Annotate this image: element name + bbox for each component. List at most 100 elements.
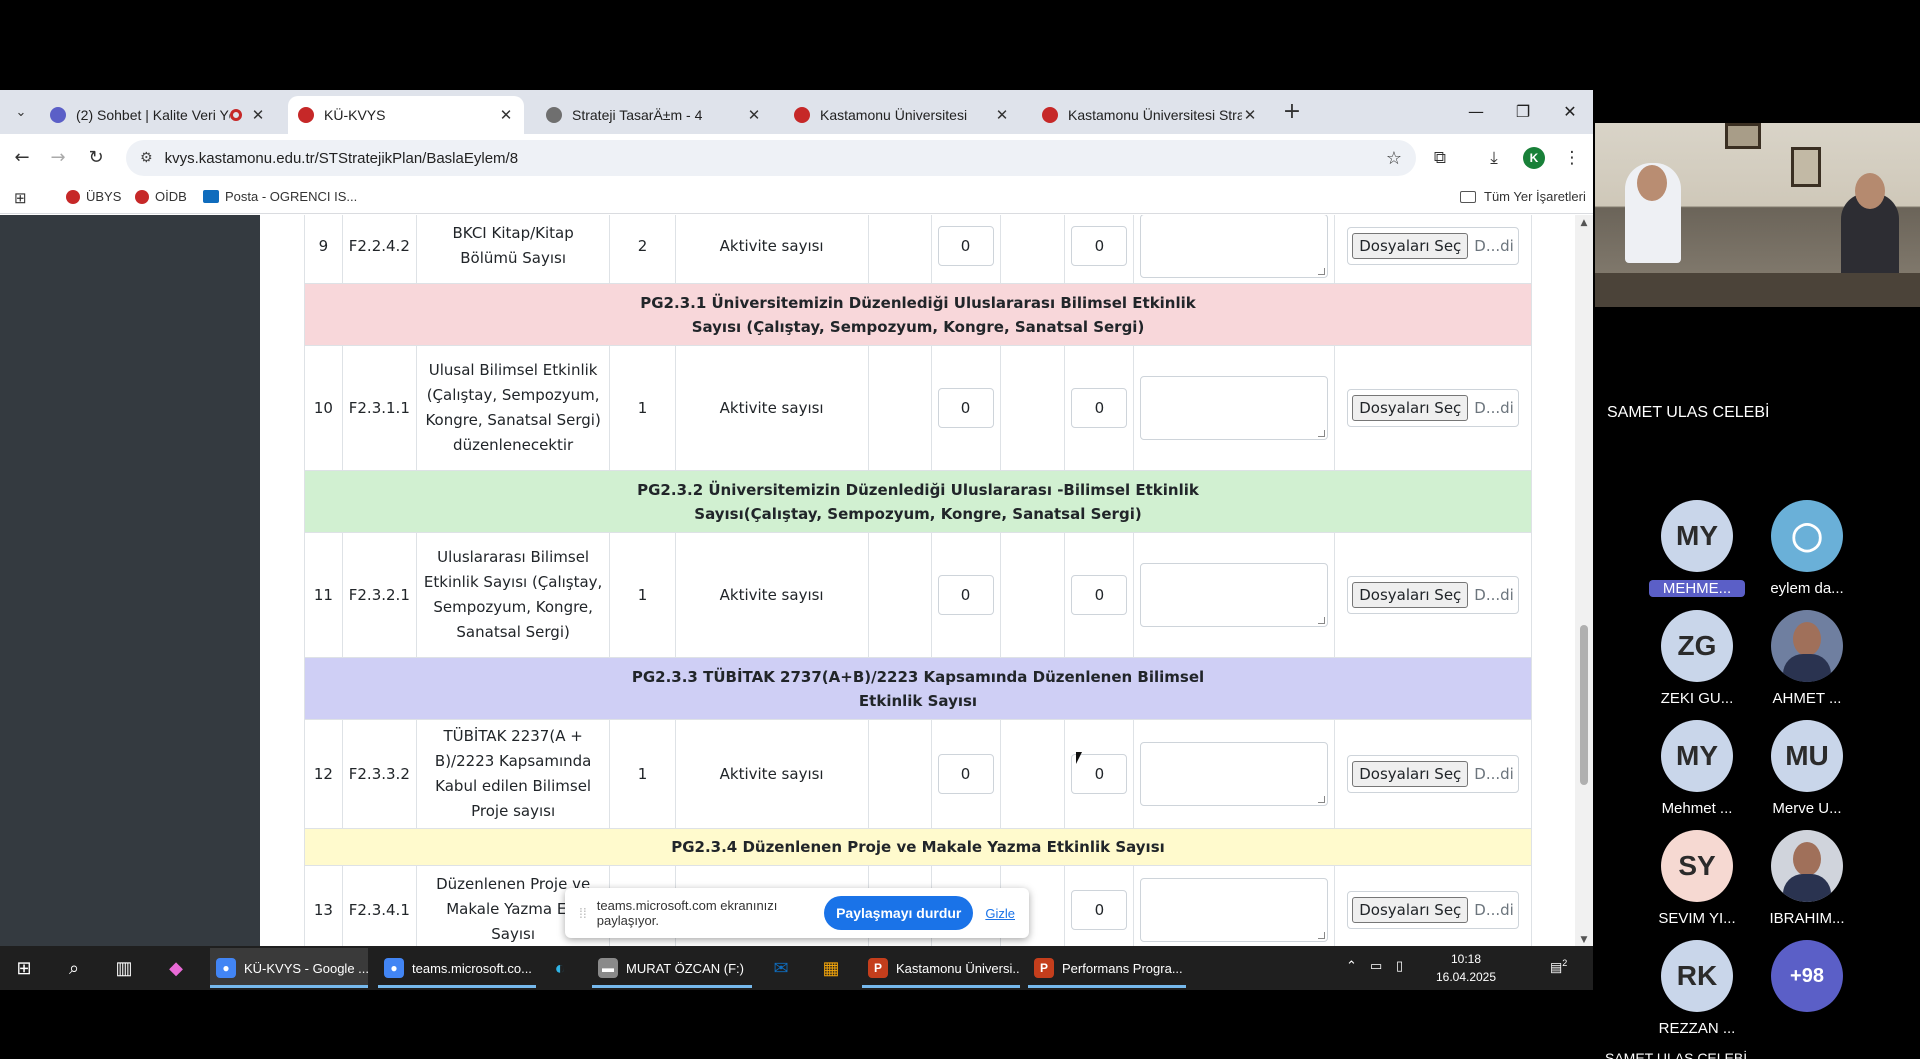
- unit-label: Aktivite sayısı: [674, 345, 869, 471]
- value-input-2[interactable]: 0: [1071, 575, 1128, 615]
- system-clock[interactable]: 10:18 16.04.2025: [1430, 950, 1502, 986]
- extensions-icon[interactable]: ⧉: [1428, 146, 1452, 170]
- choose-files-button[interactable]: Dosyaları Seç: [1352, 896, 1469, 923]
- person-icon[interactable]: ◯: [1771, 500, 1843, 572]
- note-textarea[interactable]: [1140, 563, 1329, 627]
- close-icon[interactable]: ✕: [498, 106, 514, 124]
- bookmark-ubys[interactable]: ÜBYS: [66, 189, 121, 204]
- note-textarea[interactable]: [1140, 376, 1329, 440]
- bookmark-oidb[interactable]: OİDB: [135, 189, 187, 204]
- store-icon[interactable]: ▦: [817, 954, 845, 982]
- participant-avatar[interactable]: MU: [1771, 720, 1843, 792]
- task-view-icon[interactable]: ▥: [110, 954, 138, 982]
- profile-avatar[interactable]: K: [1523, 147, 1545, 169]
- search-icon[interactable]: ⌕: [60, 954, 88, 982]
- file-input[interactable]: Dosyaları Seç D...di: [1347, 576, 1520, 614]
- close-icon[interactable]: ✕: [746, 106, 762, 124]
- tab-strateji[interactable]: Strateji TasarÄ±m - 4 ✕: [536, 96, 772, 134]
- scroll-down-icon[interactable]: ▼: [1578, 935, 1590, 945]
- taskbar-app[interactable]: P Kastamonu Üniversi...: [862, 948, 1020, 988]
- tray-chevron-icon[interactable]: ⌃: [1346, 958, 1357, 974]
- choose-files-button[interactable]: Dosyaları Seç: [1352, 761, 1469, 787]
- participant-avatar[interactable]: [1771, 610, 1843, 682]
- tab-ku-kvys[interactable]: KÜ-KVYS ✕: [288, 96, 524, 134]
- note-textarea[interactable]: [1140, 877, 1329, 942]
- participant-avatar[interactable]: RK: [1661, 940, 1733, 1012]
- scrollbar-thumb[interactable]: [1580, 625, 1588, 785]
- file-cell: Dosyaları Seç D...di: [1334, 345, 1532, 471]
- edge-icon[interactable]: ◐: [546, 954, 574, 982]
- site-info-icon[interactable]: ⚙: [140, 150, 153, 166]
- participant-avatar[interactable]: SY: [1661, 830, 1733, 902]
- battery-icon[interactable]: ▯: [1396, 958, 1403, 974]
- value-input-2[interactable]: 0: [1071, 388, 1128, 428]
- tab-teams-chat[interactable]: (2) Sohbet | Kalite Veri Yöne ✕: [40, 96, 276, 134]
- url-text[interactable]: kvys.kastamonu.edu.tr/STStratejikPlan/Ba…: [165, 150, 1386, 167]
- stop-sharing-button[interactable]: Paylaşmayı durdur: [824, 896, 974, 930]
- copilot-icon[interactable]: ◆: [162, 954, 190, 982]
- restore-icon[interactable]: ❐: [1503, 98, 1543, 126]
- address-bar[interactable]: ⚙ kvys.kastamonu.edu.tr/STStratejikPlan/…: [126, 140, 1416, 176]
- goal-heading-row: PG2.3.2 Üniversitemizin Düzenlediği Ulus…: [304, 470, 1532, 533]
- apps-grid-icon[interactable]: ⊞: [14, 189, 27, 207]
- taskbar-app[interactable]: ● KÜ-KVYS - Google ...: [210, 948, 368, 988]
- new-tab-button[interactable]: +: [1280, 100, 1304, 124]
- file-status-text: D...di: [1474, 765, 1514, 783]
- close-icon[interactable]: ✕: [250, 106, 266, 124]
- close-icon[interactable]: ✕: [994, 106, 1010, 124]
- bookmark-posta[interactable]: Posta - OGRENCI IS...: [203, 189, 357, 204]
- file-input[interactable]: Dosyaları Seç D...di: [1347, 226, 1520, 265]
- tab-search-icon[interactable]: ⌄: [10, 102, 32, 124]
- notifications-icon[interactable]: ▤2: [1550, 958, 1567, 975]
- download-icon[interactable]: ⤓: [1482, 146, 1506, 170]
- taskbar-app[interactable]: ▬ MURAT ÖZCAN (F:): [592, 948, 752, 988]
- value-input-1[interactable]: 0: [937, 388, 994, 428]
- taskbar-app[interactable]: P Performans Progra...: [1028, 948, 1186, 988]
- value-input-2[interactable]: 0: [1071, 889, 1128, 930]
- choose-files-button[interactable]: Dosyaları Seç: [1352, 395, 1469, 421]
- taskbar-app[interactable]: ● teams.microsoft.co...: [378, 948, 536, 988]
- participant-avatar[interactable]: MY: [1661, 500, 1733, 572]
- hide-link[interactable]: Gizle: [985, 906, 1015, 921]
- file-input[interactable]: Dosyaları Seç D...di: [1347, 389, 1520, 427]
- forward-icon[interactable]: →: [46, 146, 70, 170]
- file-status-text: D...di: [1474, 586, 1514, 604]
- outlook-icon[interactable]: ✉: [767, 954, 795, 982]
- participant-avatar[interactable]: ZG: [1661, 610, 1733, 682]
- bookmark-star-icon[interactable]: ☆: [1386, 148, 1402, 169]
- note-textarea[interactable]: [1140, 742, 1329, 806]
- file-cell: Dosyaları Seç D...di: [1334, 532, 1532, 658]
- tab-strip: ⌄ (2) Sohbet | Kalite Veri Yöne ✕ KÜ-KVY…: [0, 90, 1593, 134]
- page-scrollbar[interactable]: ▲ ▼: [1575, 215, 1593, 948]
- minimize-icon[interactable]: —: [1456, 98, 1496, 126]
- all-bookmarks[interactable]: Tüm Yer İşaretleri: [1460, 189, 1586, 204]
- file-input[interactable]: Dosyaları Seç D...di: [1347, 890, 1520, 929]
- window-close-icon[interactable]: ✕: [1550, 98, 1590, 126]
- note-textarea[interactable]: [1140, 215, 1329, 278]
- value-input-2[interactable]: 0: [1071, 225, 1128, 266]
- activity-code: F2.3.4.1: [341, 865, 417, 948]
- participant-avatar[interactable]: +98: [1771, 940, 1843, 1012]
- reload-icon[interactable]: ↻: [84, 146, 108, 170]
- table-row: 9 F2.2.4.2 BKCI Kitap/Kitap Bölümü Sayısı 2…: [304, 215, 1532, 284]
- network-icon[interactable]: ▭: [1370, 958, 1382, 974]
- menu-icon[interactable]: ⋮: [1560, 146, 1584, 170]
- scroll-up-icon[interactable]: ▲: [1578, 218, 1590, 228]
- value-input-1[interactable]: 0: [937, 225, 994, 266]
- participant-avatar[interactable]: MY: [1661, 720, 1733, 792]
- back-icon[interactable]: ←: [10, 146, 34, 170]
- start-icon[interactable]: ⊞: [10, 954, 38, 982]
- drag-handle-icon[interactable]: ⁞⁞: [579, 905, 587, 921]
- close-icon[interactable]: ✕: [1242, 106, 1258, 124]
- participant-avatar[interactable]: [1771, 830, 1843, 902]
- app-icon: P: [868, 958, 888, 978]
- participant-name: IBRAHIM...: [1769, 910, 1845, 927]
- tab-kastamonu[interactable]: Kastamonu Üniversitesi ✕: [784, 96, 1020, 134]
- value-input-1[interactable]: 0: [937, 754, 994, 794]
- value-cell: 0: [1064, 532, 1135, 658]
- value-input-1[interactable]: 0: [937, 575, 994, 615]
- tab-kastamonu-strateji[interactable]: Kastamonu Üniversitesi Strateji ✕: [1032, 96, 1268, 134]
- file-input[interactable]: Dosyaları Seç D...di: [1347, 755, 1520, 793]
- choose-files-button[interactable]: Dosyaları Seç: [1352, 582, 1469, 608]
- choose-files-button[interactable]: Dosyaları Seç: [1352, 232, 1469, 259]
